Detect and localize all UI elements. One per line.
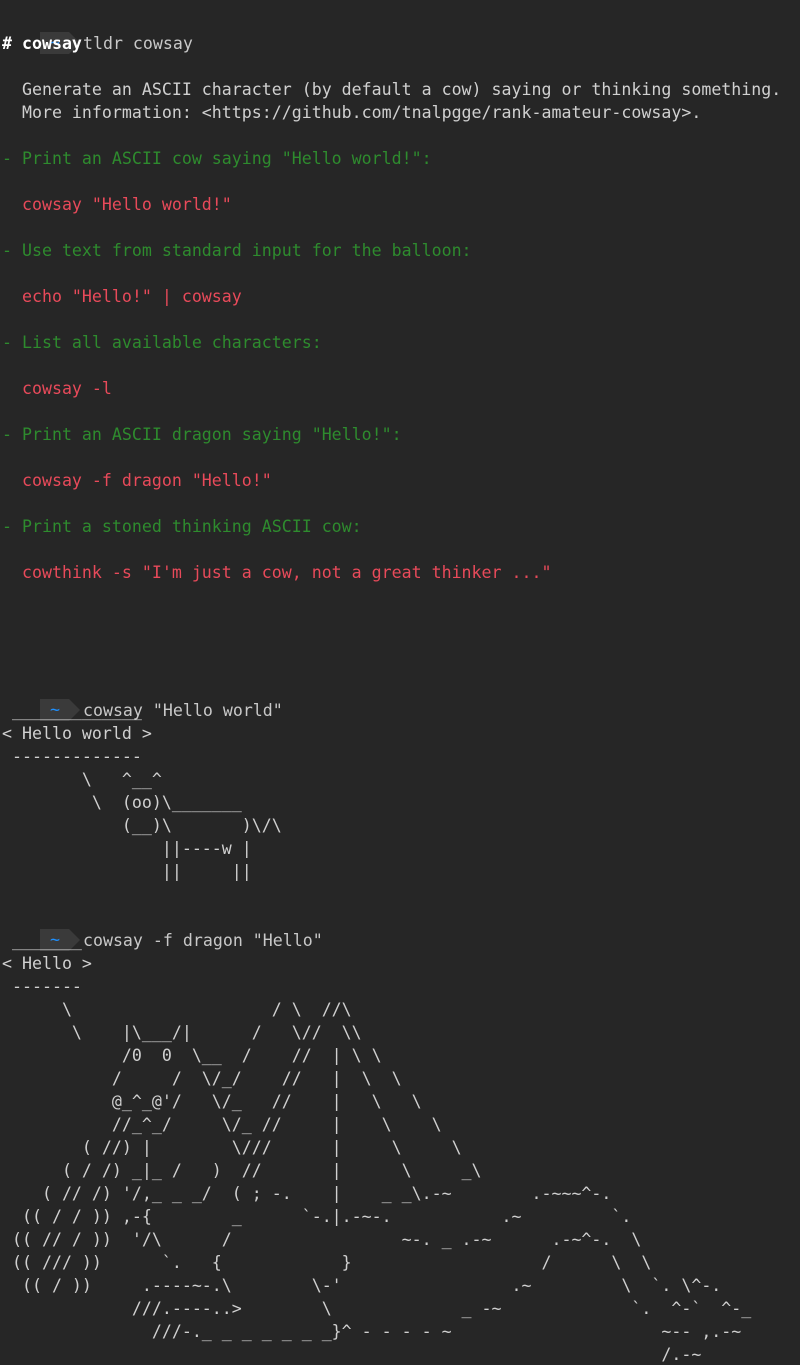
example-code-text: cowsay -f dragon "Hello!" [21,471,272,490]
example-comment: - Print an ASCII dragon saying "Hello!": [2,425,402,444]
command-text: cowsay -f dragon "Hello" [82,931,323,950]
cow-output-line: \ (oo)\_______ [2,793,242,812]
example-code-text: cowthink -s "I'm just a cow, not a great… [21,563,552,582]
page-heading: # cowsay [2,34,82,53]
dragon-output-line: ( / /) _|_ / ) // | \ _\ [2,1161,482,1180]
prompt-line-2: ~ cowsay "Hello world" [0,676,283,721]
description-text: Generate an ASCII character (by default … [21,80,782,99]
description-line: More information: <https://github.com/tn… [2,101,701,124]
example-comment: - List all available characters: [2,333,322,352]
example-code: cowsay -l [2,377,112,400]
dragon-output-line: ( //) | \/// | \ \ [2,1138,462,1157]
example-comment: - Use text from standard input for the b… [2,241,472,260]
dragon-output-line: /.-~ [2,1345,702,1364]
example-code-text: echo "Hello!" | cowsay [21,287,242,306]
dragon-output-line: ( // /) '/,_ _ _/ ( ; -. | _ _\.-~ .-~~~… [2,1184,612,1203]
terminal-window[interactable]: ~ tldr cowsay # cowsay Generate an ASCII … [0,0,800,1365]
dragon-output-line: @_^_@'/ \/_ // | \ \ [2,1092,422,1111]
dragon-output-line: (( / / )) ,-{ _ `-.|.-~-. .~ `. [2,1207,632,1226]
example-code-text: cowsay "Hello world!" [21,195,232,214]
example-code: cowsay -f dragon "Hello!" [2,469,272,492]
dragon-output-line: ///-._ _ _ _ _ _ _}^ - - - - ~ ~-- ,.-~ [2,1322,742,1341]
example-code-text: cowsay -l [21,379,112,398]
dragon-output-line: \ / \ //\ [2,1000,352,1019]
example-comment: - Print a stoned thinking ASCII cow: [2,517,362,536]
example-comment: - Print an ASCII cow saying "Hello world… [2,149,432,168]
cow-output-line: _____________ [2,701,142,720]
dragon-output-line: ------- [2,977,82,996]
example-code: cowthink -s "I'm just a cow, not a great… [2,561,552,584]
dragon-output-line: _______ [2,931,82,950]
dragon-output-line: (( // / )) '/\ / ~-. _ .-~ .-~^-. \ [2,1230,642,1249]
cow-output-line: < Hello world > [2,724,152,743]
cow-output-line: ||----w | [2,839,252,858]
example-code: cowsay "Hello world!" [2,193,232,216]
dragon-output-line: (( /// )) `. { } / \ \ [2,1253,652,1272]
example-code: echo "Hello!" | cowsay [2,285,242,308]
dragon-output-line: < Hello > [2,954,92,973]
more-info-text: More information: <https://github.com/tn… [21,103,702,122]
dragon-output-line: / / \/_/ // | \ \ [2,1069,402,1088]
command-text: tldr cowsay [82,34,193,53]
prompt-line-1: ~ tldr cowsay [0,9,193,54]
description-line: Generate an ASCII character (by default … [2,78,781,101]
cow-output-line: (__)\ )\/\ [2,816,282,835]
cow-output-line: || || [2,862,252,881]
cow-output-line: \ ^__^ [2,770,162,789]
dragon-output-line: ///.----..> \ _ -~ `. ^-` ^-_ [2,1299,752,1318]
dragon-output-line: //_^_/ \/_ // | \ \ [2,1115,442,1134]
cow-output-line: ------------- [2,747,142,766]
dragon-output-line: (( / )) .----~-.\ \-' .~ \ `. \^-. [2,1276,722,1295]
prompt-line-3: ~ cowsay -f dragon "Hello" [0,906,323,951]
dragon-output-line: /0 0 \__ / // | \ \ [2,1046,382,1065]
dragon-output-line: \ |\___/| / \// \\ [2,1023,362,1042]
